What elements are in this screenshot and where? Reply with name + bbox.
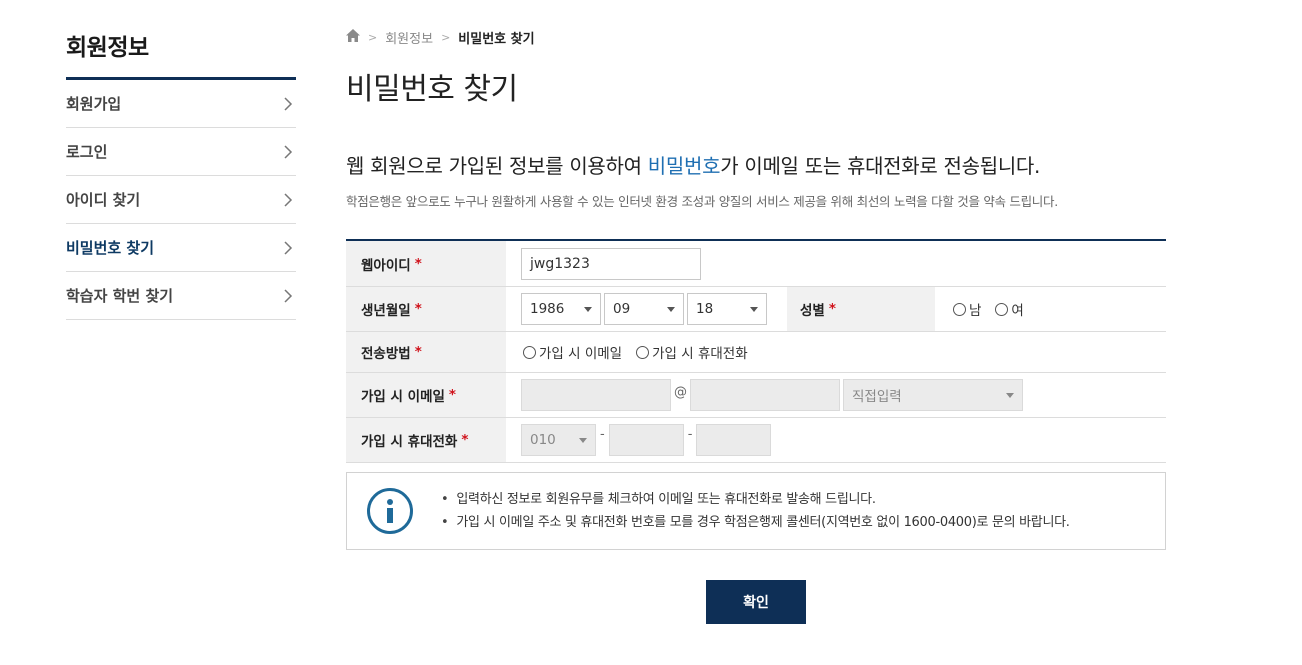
form-row-method: 전송방법 * 가입 시 이메일 가입 시 휴대전화 [346,332,1166,373]
field-label-text: 가입 시 휴대전화 [361,434,458,450]
form-row-phone: 가입 시 휴대전화 * 010 - - [346,418,1166,463]
select-value: 010 [530,432,556,448]
sidebar-item-login[interactable]: 로그인 [66,128,296,176]
required-mark: * [414,344,422,360]
select-value: 18 [696,301,714,317]
field-label: 가입 시 이메일 * [346,373,506,417]
description: 학점은행은 앞으로도 누구나 원활하게 사용할 수 있는 인터넷 환경 조성과 … [346,194,1058,209]
email-domain-select[interactable]: 직접입력 [843,379,1023,411]
birth-year-select[interactable]: 1986 [521,293,601,325]
chevron-right-icon [280,96,296,112]
page-title: 비밀번호 찾기 [346,72,518,107]
radio-label: 가입 시 이메일 [539,346,623,362]
method-phone-radio[interactable]: 가입 시 휴대전화 [636,342,748,362]
web-id-input[interactable]: jwg1323 [521,247,701,280]
phone-last-input[interactable] [696,424,772,456]
select-value: 직접입력 [852,389,902,405]
field-label-text: 성별 [800,303,825,319]
phone-middle-input[interactable] [608,424,684,456]
chevron-right-icon [280,192,296,208]
birth-month-select[interactable]: 09 [604,293,684,325]
form-row-email: 가입 시 이메일 * @ 직접입력 [346,373,1166,418]
email-domain-input[interactable] [690,379,840,411]
info-item: 가입 시 이메일 주소 및 휴대전화 번호를 모를 경우 학점은행제 콜센터(지… [441,511,1070,534]
info-box: 입력하신 정보로 회원유무를 체크하여 이메일 또는 휴대전화로 발송해 드립니… [346,472,1166,550]
select-value: 1986 [530,301,565,317]
lead-highlight: 비밀번호 [647,154,721,178]
field-label-text: 웹아이디 [361,257,411,274]
sidebar-item-find-id[interactable]: 아이디 찾기 [66,176,296,224]
caret-down-icon [584,306,592,312]
email-id-input[interactable] [521,379,671,411]
field-label: 가입 시 휴대전화 * [346,418,506,462]
confirm-button[interactable]: 확인 [706,580,806,624]
radio-circle [523,345,536,359]
required-mark: * [414,301,422,317]
birth-day-select[interactable]: 18 [687,293,767,325]
gender-female-radio[interactable]: 여 [995,299,1024,319]
sidebar-item-signup[interactable]: 회원가입 [66,80,296,128]
sidebar: 회원정보 회원가입 로그인 아이디 찾기 비밀번호 찾기 학습자 학번 찾기 [66,28,296,320]
breadcrumb-section[interactable]: 회원정보 [385,28,433,47]
caret-down-icon [667,306,675,312]
select-value: 09 [613,301,631,317]
field-label: 전송방법 * [346,332,506,372]
caret-down-icon [579,437,587,443]
caret-down-icon [750,306,758,312]
sidebar-item-label: 회원가입 [66,95,122,113]
radio-circle [636,345,650,359]
radio-label: 여 [1011,303,1024,319]
info-list: 입력하신 정보로 회원유무를 체크하여 이메일 또는 휴대전화로 발송해 드립니… [441,488,1070,534]
sidebar-item-find-password[interactable]: 비밀번호 찾기 [66,224,296,272]
radio-circle [953,302,966,316]
radio-circle [995,302,1009,316]
breadcrumb-current: 비밀번호 찾기 [458,32,535,47]
home-icon[interactable] [346,29,360,46]
sidebar-item-label: 아이디 찾기 [66,191,141,209]
sidebar-title: 회원정보 [66,35,149,61]
required-mark: * [461,432,469,448]
sidebar-item-label: 로그인 [66,143,108,161]
sidebar-item-label: 학습자 학번 찾기 [66,287,174,305]
field-label: 생년월일 * [346,287,506,331]
radio-label: 가입 시 휴대전화 [652,346,748,362]
field-label: 웹아이디 * [346,241,506,286]
required-mark: * [414,255,422,272]
lead-text: 웹 회원으로 가입된 정보를 이용하여 비밀번호가 이메일 또는 휴대전화로 전… [346,150,1040,179]
breadcrumb: > 회원정보 > 비밀번호 찾기 [346,28,535,47]
lead-text-part: 가 이메일 또는 휴대전화로 전송됩니다. [720,154,1041,178]
form-row-birth-gender: 생년월일 * 1986 09 18 성별 * 남 여 [346,287,1166,332]
field-label: 성별 * [787,287,935,331]
phone-dash: - [687,427,693,442]
info-item: 입력하신 정보로 회원유무를 체크하여 이메일 또는 휴대전화로 발송해 드립니… [441,488,1070,511]
form-row-web-id: 웹아이디 * jwg1323 [346,241,1166,287]
sidebar-item-label: 비밀번호 찾기 [66,239,155,257]
phone-dash: - [600,427,605,442]
field-label-text: 전송방법 [361,346,411,362]
chevron-right-icon [280,144,296,160]
method-email-radio[interactable]: 가입 시 이메일 [523,342,622,362]
breadcrumb-separator-icon: > [441,31,451,44]
chevron-right-icon [280,240,296,256]
chevron-right-icon [280,288,296,304]
email-at-sign: @ [674,385,687,400]
info-icon [367,488,413,534]
breadcrumb-separator-icon: > [368,31,378,44]
phone-prefix-select[interactable]: 010 [521,424,596,456]
field-label-text: 생년월일 [361,303,411,319]
lead-text-part: 웹 회원으로 가입된 정보를 이용하여 [346,154,648,178]
required-mark: * [828,301,836,317]
required-mark: * [448,387,456,403]
caret-down-icon [1006,392,1014,398]
field-label-text: 가입 시 이메일 [361,389,445,405]
sidebar-item-find-student-id[interactable]: 학습자 학번 찾기 [66,272,296,320]
radio-label: 남 [969,303,982,319]
gender-male-radio[interactable]: 남 [953,299,981,319]
find-password-form: 웹아이디 * jwg1323 생년월일 * 1986 09 18 성별 * 남 여 전… [346,239,1166,463]
